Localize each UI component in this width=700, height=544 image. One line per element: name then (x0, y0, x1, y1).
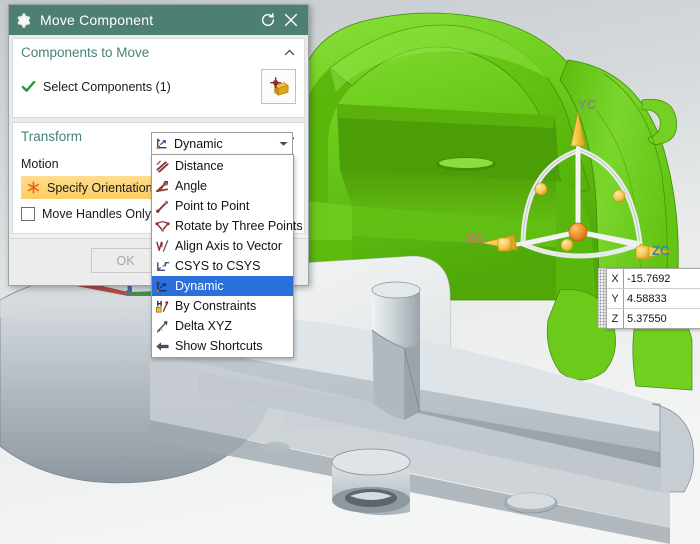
csys-to-csys-icon (157, 261, 170, 271)
dropdown-item-dynamic[interactable]: Dynamic (152, 276, 293, 296)
dropdown-label-by-constraints: By Constraints (175, 299, 257, 313)
dropdown-label-distance: Distance (175, 159, 224, 173)
by-constraints-icon (156, 300, 169, 312)
motion-combo-box[interactable]: Dynamic (151, 132, 293, 155)
chevron-up-icon[interactable] (283, 46, 296, 59)
green-check-icon (21, 80, 36, 92)
dropdown-item-rotate-three-points[interactable]: Rotate by Three Points (152, 216, 303, 236)
coordinate-axis-label-y: Y (611, 292, 619, 305)
move-handles-only-checkbox[interactable] (21, 207, 35, 221)
orange-asterisk-icon (27, 181, 40, 194)
coordinate-row-z[interactable]: Z 5.37550 (607, 309, 700, 328)
coordinate-row-x[interactable]: X -15.7692 (607, 269, 700, 289)
motion-dropdown-list[interactable]: Distance Angle Point to Point Rotate by … (151, 154, 303, 358)
align-axis-vector-icon (156, 239, 169, 252)
dialog-title-bar[interactable]: Move Component (9, 5, 308, 35)
select-components-label: Select Components (1) (43, 79, 171, 94)
dropdown-label-delta-xyz: Delta XYZ (175, 319, 232, 333)
reset-circular-arrow-icon[interactable] (260, 12, 276, 28)
dynamic-csys-icon (156, 138, 167, 150)
dropdown-item-delta-xyz[interactable]: Delta XYZ (152, 316, 293, 336)
chevron-down-icon[interactable] (274, 141, 292, 147)
dropdown-label-csys-to-csys: CSYS to CSYS (175, 259, 261, 273)
point-to-point-icon (156, 200, 169, 213)
dropdown-item-by-constraints[interactable]: By Constraints (152, 296, 293, 316)
dropdown-item-csys-to-csys[interactable]: CSYS to CSYS (152, 256, 293, 276)
coordinate-value-y[interactable]: 4.58833 (623, 289, 700, 308)
angle-icon (156, 180, 169, 192)
show-shortcuts-icon (156, 341, 169, 351)
ok-button[interactable]: OK (91, 248, 160, 273)
dropdown-item-angle[interactable]: Angle (152, 176, 293, 196)
dropdown-item-point-to-point[interactable]: Point to Point (152, 196, 293, 216)
group-content-components-to-move: Select Components (1) (13, 65, 304, 117)
close-x-icon[interactable] (283, 12, 299, 28)
dropdown-item-show-shortcuts[interactable]: Show Shortcuts (152, 336, 293, 356)
rotate-three-points-icon (155, 220, 170, 232)
dropdown-label-show-shortcuts: Show Shortcuts (175, 339, 263, 353)
dropdown-label-point-to-point: Point to Point (175, 199, 250, 213)
coordinate-axis-label-z: Z (611, 312, 619, 325)
group-title-components-to-move: Components to Move (21, 44, 150, 60)
dropdown-label-angle: Angle (175, 179, 207, 193)
distance-icon (156, 160, 169, 173)
select-cube-crosshair-icon[interactable] (261, 69, 296, 104)
coordinate-value-x[interactable]: -15.7692 (623, 269, 700, 288)
dropdown-item-distance[interactable]: Distance (152, 156, 293, 176)
dialog-title: Move Component (40, 12, 154, 28)
move-handles-only-label: Move Handles Only (42, 207, 152, 221)
specify-orientation-label: Specify Orientation (47, 180, 153, 195)
coordinate-readout[interactable]: X -15.7692 Y 4.58833 Z 5.37550 (606, 268, 700, 329)
axis-label-zc: ZC (652, 243, 670, 258)
group-header-components-to-move[interactable]: Components to Move (13, 39, 304, 65)
dropdown-label-dynamic: Dynamic (175, 279, 224, 293)
dropdown-item-align-axis-to-vector[interactable]: Align Axis to Vector (152, 236, 293, 256)
gear-icon (17, 12, 31, 28)
dropdown-label-align-axis-to-vector: Align Axis to Vector (175, 239, 283, 253)
coordinate-row-y[interactable]: Y 4.58833 (607, 289, 700, 309)
delta-xyz-icon (157, 320, 168, 332)
group-components-to-move: Components to Move Select Components (1) (12, 38, 305, 118)
dropdown-label-rotate-three-points: Rotate by Three Points (175, 219, 303, 233)
motion-combo-value: Dynamic (174, 136, 223, 151)
axis-label-yc: YC (578, 97, 597, 112)
coordinate-axis-label-x: X (611, 272, 619, 285)
axis-label-xc: XC (466, 231, 485, 246)
specify-orientation-button[interactable]: Specify Orientation (21, 176, 169, 199)
select-components-row[interactable]: Select Components (1) (21, 67, 296, 108)
dynamic-csys-icon (156, 281, 167, 292)
coordinate-value-z[interactable]: 5.37550 (623, 309, 700, 328)
